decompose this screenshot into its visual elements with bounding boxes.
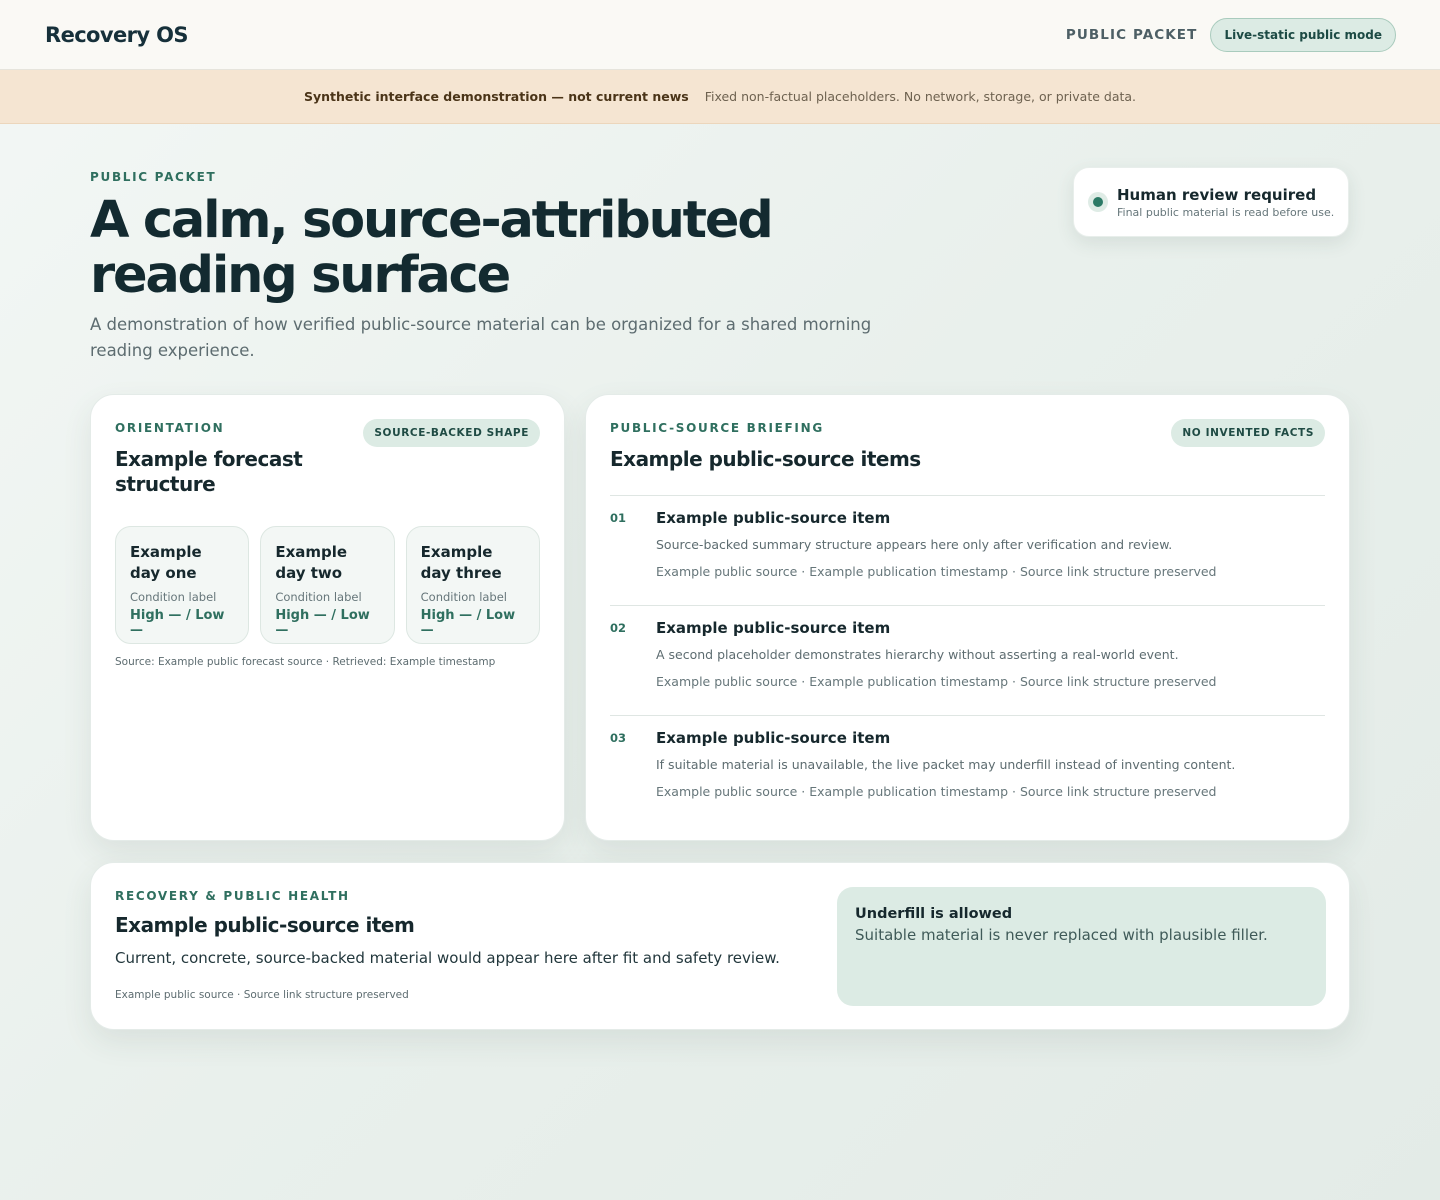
item-meta: Example public source · Example publicat… [656,564,1217,579]
briefing-card: PUBLIC-SOURCE BRIEFING NO INVENTED FACTS… [585,394,1350,841]
orientation-card: ORIENTATION SOURCE-BACKED SHAPE Example … [90,394,565,841]
day-temps: High — / Low — [130,608,225,638]
day-name: Example day three [420,543,502,582]
day-temps: High — / Low — [420,608,516,638]
list-item[interactable]: 03 Example public-source item If suitabl… [610,715,1325,825]
top-bar: Recovery OS PUBLIC PACKET Live-static pu… [0,0,1440,70]
nav-public-packet[interactable]: PUBLIC PACKET [1066,27,1198,43]
item-number: 03 [610,731,627,745]
status-dot-icon [1088,192,1108,212]
item-title[interactable]: Example public-source item [656,619,1325,637]
mode-pill[interactable]: Live-static public mode [1210,17,1396,52]
item-title[interactable]: Example public-source item [656,509,1325,527]
no-invented-facts-tag: NO INVENTED FACTS [1171,419,1325,447]
recovery-card: RECOVERY & PUBLIC HEALTH Example public-… [90,862,1350,1030]
forecast-day: Example day three Condition label High —… [405,526,540,644]
forecast-source: Source: Example public forecast source ·… [115,656,496,668]
forecast-day: Example day one Condition label High — /… [115,526,250,644]
briefing-list: 01 Example public-source item Source-bac… [610,495,1325,825]
banner-title: Synthetic interface demonstration — not … [303,89,689,104]
item-meta: Example public source · Example publicat… [656,674,1217,689]
review-title: Human review required [1117,185,1317,204]
source-backed-tag: SOURCE-BACKED SHAPE [363,419,540,447]
page-subtitle: A demonstration of how verified public-s… [90,315,872,360]
underfill-text: Suitable material is never replaced with… [855,926,1268,944]
item-summary: If suitable material is unavailable, the… [656,757,1236,772]
briefing-title: Example public-source items [610,447,921,471]
human-review-card: Human review required Final public mater… [1073,167,1349,237]
list-item[interactable]: 02 Example public-source item A second p… [610,605,1325,715]
item-summary: A second placeholder demonstrates hierar… [656,647,1179,662]
item-meta: Example public source · Example publicat… [656,784,1217,799]
item-summary: Source-backed summary structure appears … [656,537,1173,552]
item-title[interactable]: Example public-source item [656,729,1325,747]
day-condition: Condition label [275,590,362,604]
brand-logo[interactable]: Recovery OS [45,23,189,47]
review-subtitle: Final public material is read before use… [1117,205,1335,219]
page-title: A calm, source-attributed reading surfac… [90,191,774,305]
day-name: Example day one [130,543,202,582]
underfill-note: Underfill is allowed Suitable material i… [837,887,1326,1006]
item-number: 02 [610,621,627,635]
top-nav: PUBLIC PACKET Live-static public mode [1066,17,1396,52]
day-temps: High — / Low — [275,608,370,638]
orientation-title: Example forecast structure [115,447,303,496]
banner-note: Fixed non-factual placeholders. No netwo… [704,89,1137,104]
forecast-days: Example day one Condition label High — /… [115,526,540,644]
day-condition: Condition label [130,590,217,604]
day-condition: Condition label [420,590,508,604]
hero: PUBLIC PACKET A calm, source-attributed … [0,124,1440,394]
list-item[interactable]: 01 Example public-source item Source-bac… [610,495,1325,605]
demo-banner: Synthetic interface demonstration — not … [0,70,1440,124]
day-name: Example day two [275,543,348,582]
underfill-title: Underfill is allowed [855,906,1013,922]
forecast-day: Example day two Condition label High — /… [260,526,395,644]
item-number: 01 [610,511,627,525]
